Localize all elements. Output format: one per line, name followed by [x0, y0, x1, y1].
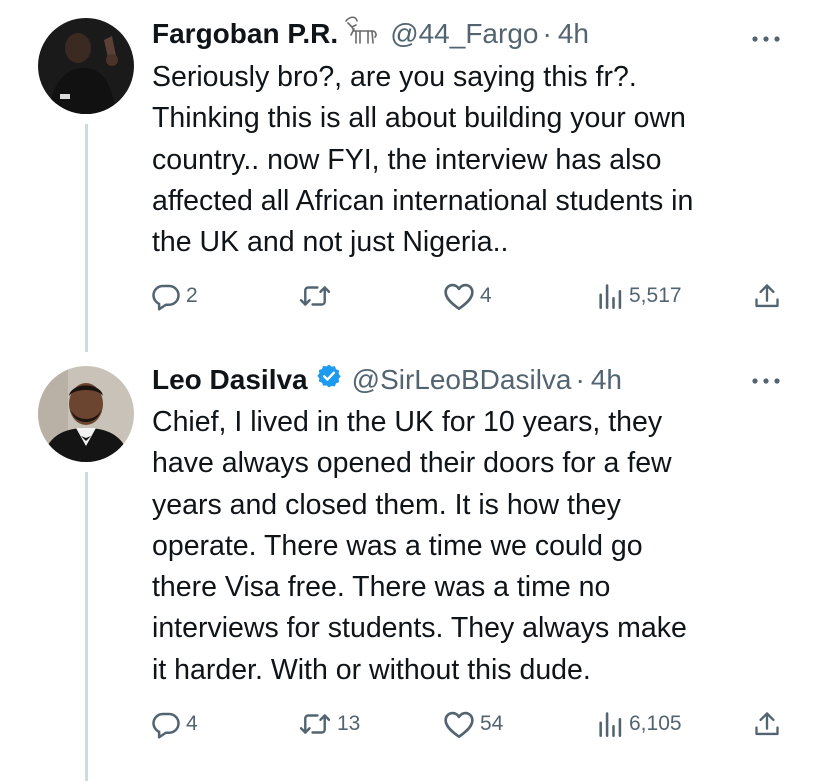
tweet-header: Fargoban P.R. @44_Fargo · 4h [152, 15, 589, 54]
avatar[interactable] [38, 18, 134, 114]
like-count: 54 [480, 712, 504, 735]
timestamp[interactable]: 4h [591, 362, 622, 398]
share-icon [753, 281, 781, 311]
action-bar: 2 4 5,517 [0, 278, 829, 314]
share-button[interactable] [753, 706, 781, 742]
views-count: 5,517 [629, 284, 682, 307]
timestamp[interactable]: 4h [558, 16, 589, 52]
separator: · [575, 364, 585, 395]
like-icon [443, 281, 475, 311]
handle[interactable]: @44_Fargo [390, 16, 538, 52]
reply-count: 4 [186, 712, 198, 735]
retweet-icon [298, 709, 332, 739]
like-button[interactable]: 54 [443, 706, 503, 742]
retweet-button[interactable] [298, 278, 337, 314]
tweet-text: Chief, I lived in the UK for 10 years, t… [152, 406, 687, 686]
reply-icon [151, 709, 181, 739]
action-bar: 4 13 54 6,105 [0, 706, 829, 742]
thread-line [85, 124, 88, 352]
more-icon[interactable] [749, 374, 783, 388]
reply-button[interactable]: 4 [151, 706, 198, 742]
retweet-button[interactable]: 13 [298, 706, 360, 742]
views-count: 6,105 [629, 712, 682, 735]
tweet-header: Leo Dasilva @SirLeoBDasilva · 4h [152, 362, 622, 398]
retweet-icon [298, 281, 332, 311]
goat-emoji-icon [342, 15, 380, 54]
retweet-count: 13 [337, 712, 361, 735]
separator: · [542, 18, 552, 49]
display-name[interactable]: Leo Dasilva [152, 362, 308, 398]
reply-count: 2 [186, 284, 198, 307]
like-count: 4 [480, 284, 492, 307]
display-name[interactable]: Fargoban P.R. [152, 16, 338, 52]
reply-icon [151, 281, 181, 311]
more-icon[interactable] [749, 32, 783, 46]
like-icon [443, 709, 475, 739]
tweet[interactable]: Fargoban P.R. @44_Fargo · 4h Seriously b… [0, 0, 829, 352]
tweet[interactable]: Leo Dasilva @SirLeoBDasilva · 4h Chief, … [0, 352, 829, 781]
share-icon [753, 709, 781, 739]
share-button[interactable] [753, 278, 781, 314]
avatar[interactable] [38, 366, 134, 462]
reply-button[interactable]: 2 [151, 278, 198, 314]
tweet-text: Seriously bro?, are you saying this fr?.… [152, 61, 694, 259]
like-button[interactable]: 4 [443, 278, 492, 314]
views-icon [596, 281, 624, 311]
views-button[interactable]: 5,517 [596, 278, 682, 314]
views-button[interactable]: 6,105 [596, 706, 682, 742]
handle[interactable]: @SirLeoBDasilva [352, 362, 572, 398]
verified-badge-icon [316, 362, 342, 398]
views-icon [596, 709, 624, 739]
